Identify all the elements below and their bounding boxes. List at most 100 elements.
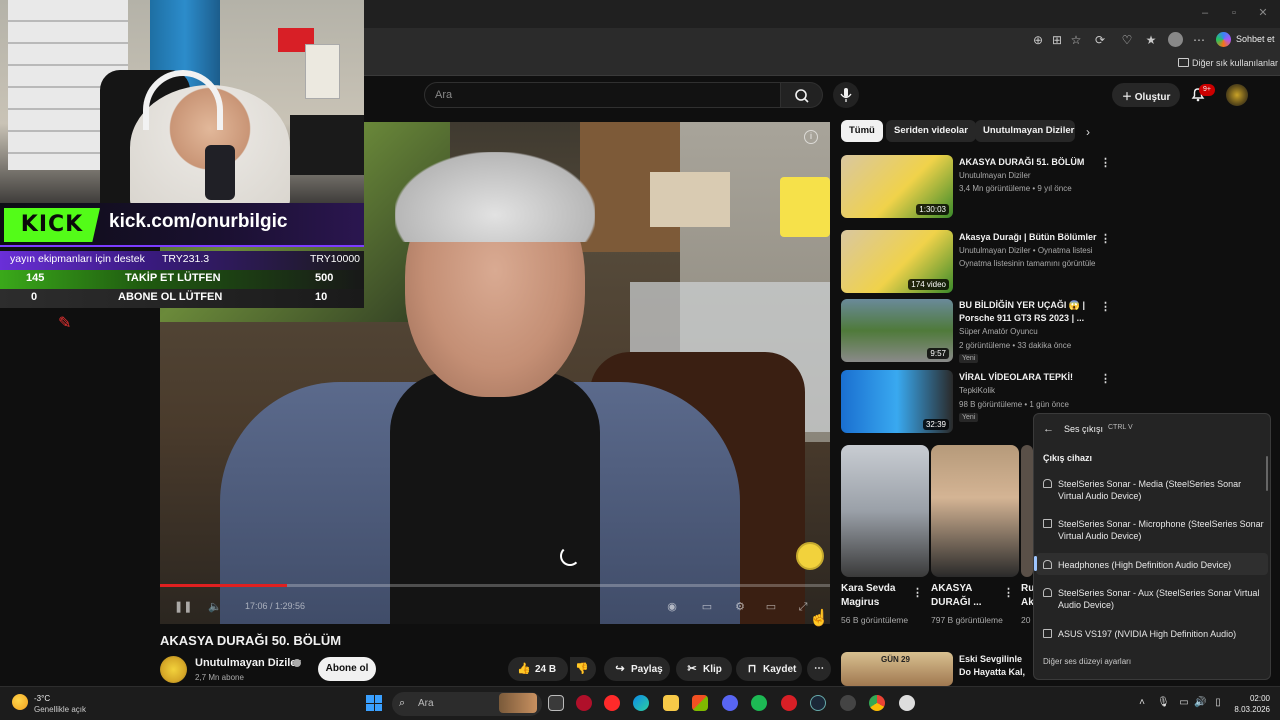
short-thumbnail[interactable] xyxy=(1021,445,1033,577)
chip-all[interactable]: Tümü xyxy=(841,120,883,142)
clip-button[interactable]: ✂ Klip xyxy=(676,657,732,681)
favorites-icon[interactable]: ★ xyxy=(1144,33,1158,47)
short-menu-icon[interactable]: ⋮ xyxy=(912,586,923,599)
short-title[interactable]: AKASYA DURAĞI ... xyxy=(931,582,1001,610)
search-input[interactable]: Ara xyxy=(424,82,781,108)
short-title[interactable]: Ru Ak xyxy=(1021,582,1033,610)
obs-icon[interactable] xyxy=(840,695,856,711)
speaker-volume-icon[interactable]: 🔊 xyxy=(1194,697,1206,708)
fullscreen-icon[interactable]: ⤢ xyxy=(796,600,810,614)
video-channel[interactable]: Unutulmayan Diziler xyxy=(959,169,1109,183)
account-avatar[interactable] xyxy=(1226,84,1248,106)
video-title-link[interactable]: Eski Sevgilinle Do Hayatta Kal, 250.0 xyxy=(959,653,1031,679)
video-thumbnail[interactable]: 1:30:03 xyxy=(841,155,953,218)
audio-device-option[interactable]: Headphones (High Definition Audio Device… xyxy=(1040,559,1268,571)
close-icon[interactable]: ✕ xyxy=(1256,6,1270,20)
playlist-channel[interactable]: Unutulmayan Diziler • Oynatma listesi xyxy=(959,244,1109,258)
video-title-link[interactable]: BU BİLDİĞİN YER UÇAĞI 😱 | Porsche 911 GT… xyxy=(959,299,1089,325)
short-thumbnail[interactable] xyxy=(841,445,929,577)
playlist-menu-icon[interactable]: ⋮ xyxy=(1100,232,1111,245)
copilot-icon[interactable] xyxy=(1216,32,1231,47)
chrome-icon[interactable] xyxy=(869,695,885,711)
weather-temperature[interactable]: -3°C xyxy=(34,694,50,703)
playlist-title-link[interactable]: Akasya Durağı | Bütün Bölümler xyxy=(959,231,1099,244)
search-highlight-image[interactable] xyxy=(499,693,537,713)
opera-gx-icon[interactable] xyxy=(781,695,797,711)
maximize-icon[interactable]: ▫ xyxy=(1227,6,1241,20)
edge-icon[interactable] xyxy=(633,695,649,711)
apps-icon[interactable]: ⊞ xyxy=(1050,33,1064,47)
video-title-link[interactable]: AKASYA DURAĞI 51. BÖLÜM xyxy=(959,156,1089,169)
weather-description[interactable]: Genellikle açık xyxy=(34,705,86,714)
short-menu-icon[interactable]: ⋮ xyxy=(1003,586,1014,599)
audio-device-option[interactable]: ASUS VS197 (NVIDIA High Definition Audio… xyxy=(1040,628,1268,640)
audio-device-option[interactable]: SteelSeries Sonar - Aux (SteelSeries Son… xyxy=(1040,587,1268,611)
chevron-right-icon[interactable]: › xyxy=(1086,125,1090,139)
more-actions-icon[interactable]: ⋯ xyxy=(807,657,831,681)
tray-overflow-icon[interactable]: ˄ xyxy=(1136,697,1148,708)
like-button[interactable]: 👍 24 B xyxy=(508,657,568,681)
video-thumbnail[interactable]: 32:39 xyxy=(841,370,953,433)
clock-date[interactable]: 8.03.2026 xyxy=(1230,705,1270,714)
network-icon[interactable]: ▭ xyxy=(1178,697,1190,708)
task-view-icon[interactable] xyxy=(548,695,564,711)
video-title-link[interactable]: VİRAL VİDEOLARA TEPKİ! xyxy=(959,371,1089,384)
progress-bar[interactable] xyxy=(160,584,830,587)
info-icon[interactable]: i xyxy=(804,130,818,144)
favorite-star-icon[interactable]: ☆ xyxy=(1069,33,1083,47)
audio-device-option[interactable]: SteelSeries Sonar - Microphone (SteelSer… xyxy=(1040,518,1268,542)
video-channel[interactable]: TepkiKolik xyxy=(959,384,1109,398)
voice-search-button[interactable] xyxy=(833,82,859,108)
video-menu-icon[interactable]: ⋮ xyxy=(1100,156,1111,169)
browser-essentials-icon[interactable]: ♡ xyxy=(1120,33,1134,47)
audio-device-option[interactable]: SteelSeries Sonar - Media (SteelSeries S… xyxy=(1040,478,1268,502)
back-arrow-icon[interactable]: ← xyxy=(1043,423,1054,435)
minimize-icon[interactable]: – xyxy=(1198,6,1212,20)
weather-moon-icon[interactable] xyxy=(12,694,28,710)
subtitles-icon[interactable]: ▭ xyxy=(700,600,714,614)
windows-start-icon[interactable] xyxy=(366,695,382,711)
video-thumbnail[interactable]: 9:57 xyxy=(841,299,953,362)
create-button[interactable]: ＋ Oluştur xyxy=(1112,83,1180,107)
bookmarks-folder-label[interactable]: Diğer sık kullanılanlar xyxy=(1192,58,1278,68)
profile-avatar[interactable] xyxy=(1168,32,1183,47)
short-title[interactable]: Kara Sevda Magirus xyxy=(841,582,921,610)
spotify-icon[interactable] xyxy=(751,695,767,711)
video-menu-icon[interactable]: ⋮ xyxy=(1100,300,1111,313)
clock-time[interactable]: 02:00 xyxy=(1246,694,1270,703)
more-volume-settings-link[interactable]: Diğer ses düzeyi ayarları xyxy=(1043,657,1131,666)
theater-mode-icon[interactable]: ▭ xyxy=(764,600,778,614)
subscribe-button[interactable]: Abone ol xyxy=(318,657,376,681)
video-menu-icon[interactable]: ⋮ xyxy=(1100,372,1111,385)
channel-name[interactable]: Unutulmayan Diziler xyxy=(195,657,301,669)
save-button[interactable]: ⊓ Kaydet xyxy=(736,657,802,681)
short-thumbnail[interactable] xyxy=(931,445,1019,577)
translate-icon[interactable]: ⊕ xyxy=(1031,33,1045,47)
search-button[interactable] xyxy=(781,82,823,108)
chip-channel[interactable]: Unutulmayan Diziler ta xyxy=(975,120,1075,142)
microsoft-store-icon[interactable] xyxy=(692,695,708,711)
playlist-thumbnail[interactable]: 174 video xyxy=(841,230,953,293)
channel-avatar[interactable] xyxy=(160,656,187,683)
playlist-meta[interactable]: Oynatma listesinin tamamını görüntüle xyxy=(959,257,1109,271)
autoplay-icon[interactable]: ◉ xyxy=(665,600,679,614)
dislike-button[interactable]: 👎 xyxy=(570,657,596,681)
opera-icon[interactable] xyxy=(576,695,592,711)
video-channel[interactable]: Süper Amatör Oyuncu xyxy=(959,325,1109,339)
chip-series-videos[interactable]: Seriden videolar xyxy=(886,120,976,142)
volume-icon[interactable]: 🔈 xyxy=(208,600,222,614)
file-explorer-icon[interactable] xyxy=(663,695,679,711)
steam-icon[interactable] xyxy=(810,695,826,711)
more-menu-icon[interactable]: ⋯ xyxy=(1192,33,1206,47)
video-thumbnail[interactable]: GÜN 29 xyxy=(841,652,953,686)
settings-app-icon[interactable] xyxy=(899,695,915,711)
battery-icon[interactable]: ▯ xyxy=(1212,697,1224,708)
share-button[interactable]: ↪ Paylaş xyxy=(604,657,670,681)
yandex-icon[interactable] xyxy=(604,695,620,711)
extensions-icon[interactable]: ⟳ xyxy=(1093,33,1107,47)
settings-icon[interactable]: ⚙ xyxy=(733,600,747,614)
tray-microphone-icon[interactable]: 🎙 xyxy=(1157,697,1170,708)
discord-icon[interactable] xyxy=(722,695,738,711)
pause-icon[interactable]: ❚❚ xyxy=(174,600,192,614)
copilot-button-label[interactable]: Sohbet et xyxy=(1236,34,1275,44)
